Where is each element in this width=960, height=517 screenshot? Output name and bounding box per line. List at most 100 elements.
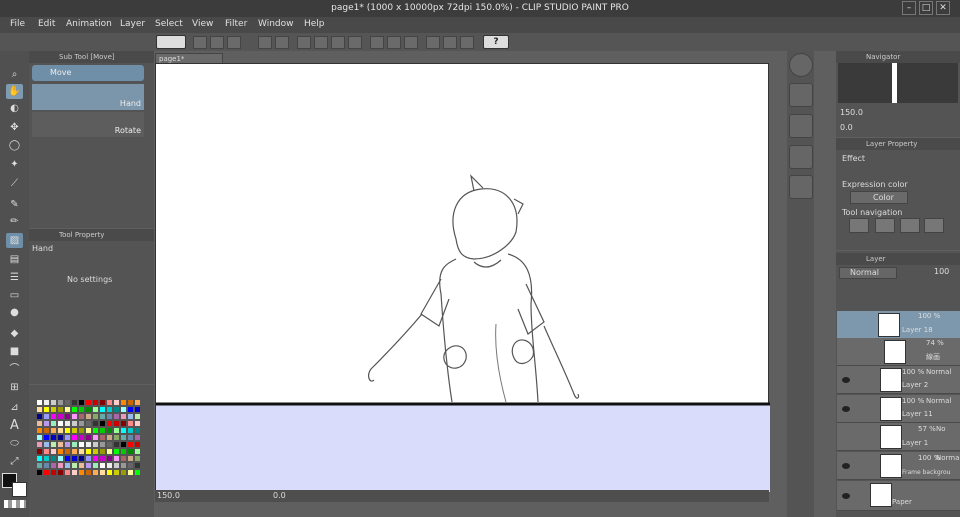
blend-icon[interactable]: ● — [6, 305, 23, 320]
color-swatch[interactable] — [107, 414, 112, 419]
navigator-preview[interactable] — [838, 63, 958, 103]
color-swatch[interactable] — [114, 463, 119, 468]
color-swatch[interactable] — [79, 449, 84, 454]
color-swatch[interactable] — [37, 435, 42, 440]
color-swatch[interactable] — [93, 463, 98, 468]
color-swatch[interactable] — [100, 407, 105, 412]
color-swatch[interactable] — [100, 421, 105, 426]
text-icon[interactable]: A — [6, 418, 23, 433]
color-swatch[interactable] — [79, 407, 84, 412]
color-swatch[interactable] — [65, 407, 70, 412]
color-swatch[interactable] — [86, 428, 91, 433]
color-swatch[interactable] — [100, 414, 105, 419]
menu-view[interactable]: View — [192, 19, 213, 29]
color-swatch-grid[interactable] — [37, 400, 149, 480]
zoom-tool-icon[interactable]: ⌕ — [6, 67, 23, 82]
pencil-icon[interactable]: ✏ — [6, 214, 23, 229]
color-swatch[interactable] — [100, 449, 105, 454]
gradient-icon[interactable]: ■ — [6, 344, 23, 359]
color-swatch[interactable] — [37, 400, 42, 405]
brush-icon[interactable]: ▨ — [6, 233, 23, 248]
color-swatch[interactable] — [58, 435, 63, 440]
color-swatch[interactable] — [86, 449, 91, 454]
color-swatch[interactable] — [114, 470, 119, 475]
color-swatch[interactable] — [100, 400, 105, 405]
color-swatch[interactable] — [51, 456, 56, 461]
color-swatch[interactable] — [86, 463, 91, 468]
color-swatch[interactable] — [135, 449, 140, 454]
layer-duplicate-icon[interactable] — [789, 175, 813, 199]
color-swatch[interactable] — [135, 456, 140, 461]
color-swatch[interactable] — [79, 470, 84, 475]
color-swatch[interactable] — [86, 435, 91, 440]
color-swatch[interactable] — [65, 456, 70, 461]
color-swatch[interactable] — [107, 463, 112, 468]
color-swatch[interactable] — [79, 400, 84, 405]
close-button[interactable]: ✕ — [936, 1, 950, 15]
menu-animation[interactable]: Animation — [66, 19, 112, 29]
undo-icon[interactable] — [258, 36, 272, 49]
color-swatch[interactable] — [114, 400, 119, 405]
color-swatch[interactable] — [121, 407, 126, 412]
eye-icon[interactable] — [842, 493, 850, 499]
color-swatch[interactable] — [65, 449, 70, 454]
menu-filter[interactable]: Filter — [225, 19, 247, 29]
color-swatch[interactable] — [86, 414, 91, 419]
color-swatch[interactable] — [135, 400, 140, 405]
color-swatch[interactable] — [107, 470, 112, 475]
color-swatch[interactable] — [44, 428, 49, 433]
color-swatch[interactable] — [121, 400, 126, 405]
color-swatch[interactable] — [51, 463, 56, 468]
color-swatch[interactable] — [135, 428, 140, 433]
color-swatch[interactable] — [114, 449, 119, 454]
color-swatch[interactable] — [114, 428, 119, 433]
fill-icon[interactable] — [331, 36, 345, 49]
lasso-icon[interactable]: ◯ — [6, 138, 23, 153]
color-swatch[interactable] — [51, 470, 56, 475]
color-swatch[interactable] — [107, 407, 112, 412]
sub-color-swatch[interactable] — [12, 482, 27, 497]
eye-icon[interactable] — [842, 377, 850, 383]
color-swatch[interactable] — [37, 442, 42, 447]
menu-window[interactable]: Window — [258, 19, 294, 29]
save-icon[interactable] — [227, 36, 241, 49]
search-icon[interactable] — [789, 53, 813, 77]
color-swatch[interactable] — [58, 428, 63, 433]
color-swatch[interactable] — [135, 470, 140, 475]
color-swatch[interactable] — [114, 421, 119, 426]
color-swatch[interactable] — [51, 428, 56, 433]
color-dropdown[interactable]: Color — [850, 191, 908, 204]
color-swatch[interactable] — [121, 470, 126, 475]
color-swatch[interactable] — [79, 421, 84, 426]
color-swatch[interactable] — [65, 435, 70, 440]
color-swatch[interactable] — [100, 470, 105, 475]
menu-layer[interactable]: Layer — [120, 19, 145, 29]
color-swatch[interactable] — [58, 421, 63, 426]
deselect-icon[interactable] — [370, 36, 384, 49]
color-swatch[interactable] — [65, 463, 70, 468]
color-swatch[interactable] — [93, 470, 98, 475]
color-swatch[interactable] — [128, 400, 133, 405]
color-swatch[interactable] — [79, 414, 84, 419]
color-swatch[interactable] — [79, 463, 84, 468]
airbrush-icon[interactable]: ▤ — [6, 252, 23, 267]
color-swatch[interactable] — [93, 414, 98, 419]
color-swatch[interactable] — [93, 407, 98, 412]
color-swatch[interactable] — [44, 435, 49, 440]
eye-icon[interactable] — [842, 406, 850, 412]
color-swatch[interactable] — [79, 428, 84, 433]
menu-select[interactable]: Select — [155, 19, 183, 29]
tool-nav-select-icon[interactable] — [875, 218, 895, 233]
color-swatch[interactable] — [93, 400, 98, 405]
balloon-icon[interactable]: ⬭ — [6, 436, 23, 451]
color-swatch[interactable] — [86, 470, 91, 475]
subtool-group-move[interactable]: Move — [32, 65, 144, 81]
color-swatch[interactable] — [65, 442, 70, 447]
transform-icon[interactable] — [348, 36, 362, 49]
invert-select-icon[interactable] — [387, 36, 401, 49]
color-swatch[interactable] — [121, 463, 126, 468]
color-swatch[interactable] — [121, 414, 126, 419]
color-swatch[interactable] — [37, 463, 42, 468]
color-swatch[interactable] — [107, 421, 112, 426]
show-selection-icon[interactable] — [404, 36, 418, 49]
